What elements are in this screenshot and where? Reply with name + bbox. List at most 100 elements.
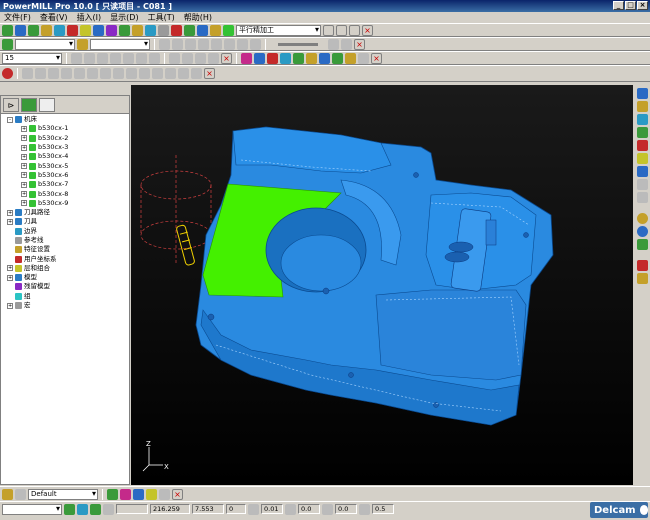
pan-icon[interactable]: [48, 68, 59, 79]
graphics-viewport[interactable]: X Z: [131, 85, 633, 485]
stock-view-icon[interactable]: [636, 239, 648, 250]
view-minus-z-icon[interactable]: [636, 166, 648, 177]
pick-point-icon[interactable]: [636, 260, 648, 271]
view-minus-y-icon[interactable]: [636, 153, 648, 164]
view-front-icon[interactable]: [71, 52, 82, 64]
new-project-icon[interactable]: [2, 24, 13, 36]
unknown-tab-icon[interactable]: [39, 98, 55, 112]
tree-item[interactable]: 组: [1, 292, 129, 301]
blank-icon[interactable]: [165, 68, 176, 79]
sim-play-icon[interactable]: [185, 38, 196, 50]
drag-icon[interactable]: [113, 68, 124, 79]
tree-item[interactable]: + b530cx-7: [1, 180, 129, 189]
tree-item[interactable]: + b530cx-8: [1, 189, 129, 198]
view-minus-x-icon[interactable]: [636, 140, 648, 151]
view-refresh-icon[interactable]: [636, 179, 648, 190]
tree-expander[interactable]: +: [7, 302, 13, 309]
view-iso2-icon[interactable]: [149, 52, 160, 64]
tree-expander[interactable]: +: [7, 209, 13, 216]
sim-start-icon[interactable]: [2, 38, 13, 50]
explorer-tab-icon[interactable]: ⊳: [3, 98, 19, 112]
close-toolbar-icon[interactable]: ×: [362, 24, 373, 36]
view-left-icon[interactable]: [97, 52, 108, 64]
block-icon[interactable]: [28, 24, 39, 36]
tree-item[interactable]: + 模型: [1, 273, 129, 282]
tree-item[interactable]: 特征设置: [1, 245, 129, 254]
wire-ball-icon[interactable]: [636, 226, 648, 237]
status-level-icon[interactable]: [107, 488, 118, 500]
sim-tool-dropdown[interactable]: [90, 38, 150, 50]
view-z-icon[interactable]: [636, 127, 648, 138]
plain-shade-icon[interactable]: [306, 52, 317, 64]
shade-icon[interactable]: [241, 52, 252, 64]
magnet-icon[interactable]: [358, 52, 369, 64]
save-icon[interactable]: [15, 24, 26, 36]
sim-eject-icon[interactable]: [341, 38, 352, 50]
level-icon[interactable]: [197, 24, 208, 36]
minimize-button[interactable]: _: [613, 1, 624, 10]
view-iso-icon[interactable]: [136, 52, 147, 64]
tree-expander[interactable]: -: [7, 116, 13, 123]
menu-insert[interactable]: 插入(I): [77, 12, 102, 23]
tree-expander[interactable]: +: [21, 163, 27, 170]
tree-expander[interactable]: +: [21, 144, 27, 151]
snap-icon[interactable]: [152, 68, 163, 79]
wireframe-icon[interactable]: [254, 52, 265, 64]
status-workplane-dropdown[interactable]: Default: [28, 488, 98, 500]
zoom-in-icon[interactable]: [169, 52, 180, 64]
sim-step-back-icon[interactable]: [172, 38, 183, 50]
end-point-icon[interactable]: [80, 24, 91, 36]
maximize-button[interactable]: □: [625, 1, 636, 10]
status-tool-icon[interactable]: [2, 488, 13, 500]
sim-tool-icon[interactable]: [77, 38, 88, 50]
menu-help[interactable]: 帮助(H): [184, 12, 212, 23]
close-viewing-toolbar-icon[interactable]: ×: [204, 68, 215, 79]
status-zoom-icon[interactable]: [77, 503, 88, 515]
status-step-icon[interactable]: [359, 503, 370, 515]
tree-item[interactable]: + b530cx-9: [1, 199, 129, 208]
close-view-toolbar-icon[interactable]: ×: [221, 52, 232, 64]
status-coord-icon[interactable]: [103, 503, 114, 515]
status-stock-icon[interactable]: [285, 503, 296, 515]
close-sim-toolbar-icon[interactable]: ×: [354, 38, 365, 50]
edit-icon[interactable]: [349, 24, 360, 36]
sim-forward-icon[interactable]: [211, 38, 222, 50]
html-browser-tab-icon[interactable]: [21, 98, 37, 112]
status-model-icon[interactable]: [120, 488, 131, 500]
stock-shade-icon[interactable]: [332, 52, 343, 64]
copy-icon[interactable]: [336, 24, 347, 36]
tree-item[interactable]: + b530cx-1: [1, 124, 129, 133]
sim-speed-slider[interactable]: [278, 42, 318, 46]
close-shade-toolbar-icon[interactable]: ×: [371, 52, 382, 64]
tree-item[interactable]: + 刀具路径: [1, 208, 129, 217]
view-y-icon[interactable]: [636, 114, 648, 125]
sim-pause-icon[interactable]: [237, 38, 248, 50]
tree-expander[interactable]: +: [7, 274, 13, 281]
record-icon[interactable]: [2, 68, 13, 79]
status-setting-icon[interactable]: [159, 488, 170, 500]
calculate-icon[interactable]: [323, 24, 334, 36]
tree-item[interactable]: 边界: [1, 227, 129, 236]
status-thickness-icon[interactable]: [322, 503, 333, 515]
tree-item[interactable]: + 宏: [1, 301, 129, 310]
menu-display[interactable]: 显示(D): [110, 12, 138, 23]
tool-icon[interactable]: [106, 24, 117, 36]
swap-icon[interactable]: [191, 68, 202, 79]
pattern-icon[interactable]: [132, 24, 143, 36]
pick-icon[interactable]: [126, 68, 137, 79]
tree-expander[interactable]: +: [21, 172, 27, 179]
toolpath-icon[interactable]: [93, 24, 104, 36]
view-iso1-icon[interactable]: [636, 88, 648, 99]
menu-tools[interactable]: 工具(T): [148, 12, 175, 23]
orbit-icon[interactable]: [87, 68, 98, 79]
tree-expander[interactable]: +: [21, 191, 27, 198]
sim-step-icon[interactable]: [198, 38, 209, 50]
unblank-icon[interactable]: [178, 68, 189, 79]
tree-item[interactable]: 参考线: [1, 236, 129, 245]
view-zoom-icon[interactable]: [636, 192, 648, 203]
tree-item[interactable]: + b530cx-2: [1, 134, 129, 143]
workplane-icon[interactable]: [184, 24, 195, 36]
tree-item[interactable]: - 机床: [1, 115, 129, 124]
sim-toolpath-dropdown[interactable]: [15, 38, 75, 50]
tree-expander[interactable]: +: [21, 125, 27, 132]
